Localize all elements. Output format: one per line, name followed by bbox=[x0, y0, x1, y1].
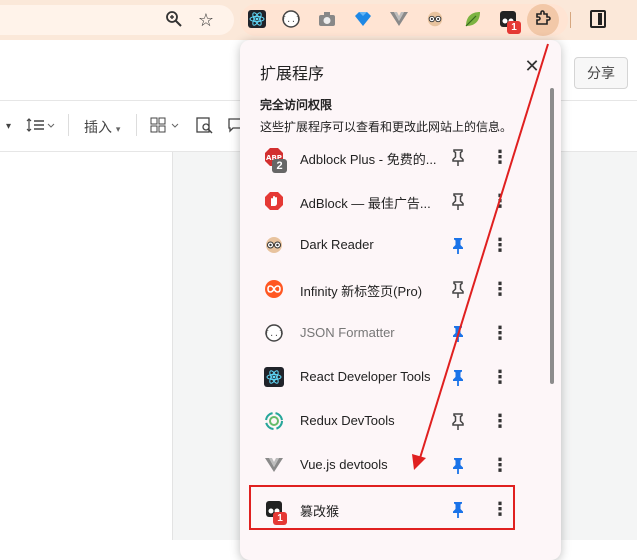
annotation-arrow bbox=[412, 43, 549, 470]
